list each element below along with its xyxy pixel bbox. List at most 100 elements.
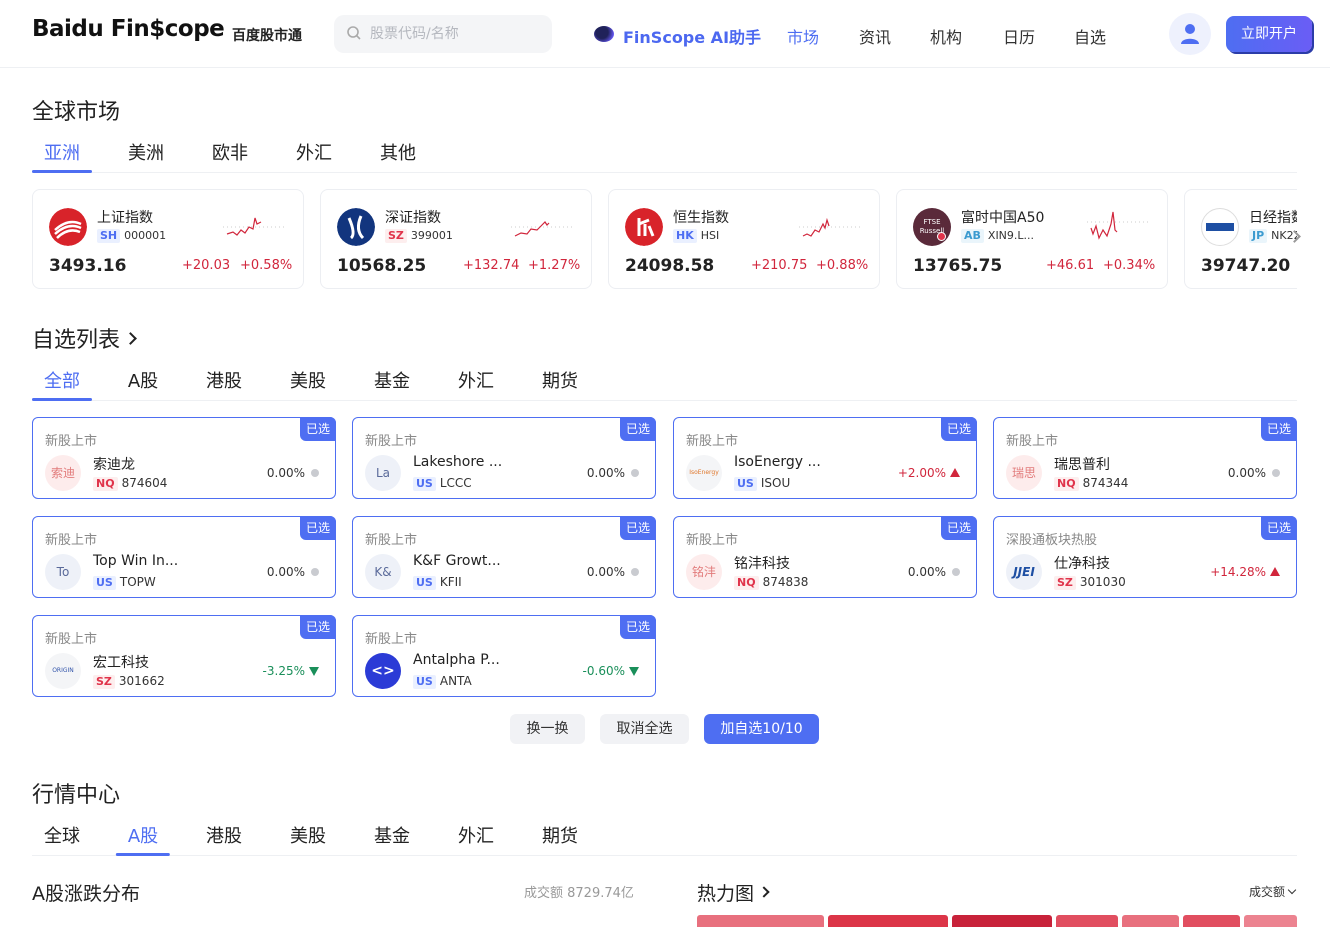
index-change: +46.61	[1046, 258, 1095, 273]
nav-calendar[interactable]: 日历	[1003, 24, 1035, 48]
selected-badge[interactable]: 已选	[620, 516, 656, 540]
heatmap-tile[interactable]	[952, 915, 1052, 927]
market-badge: NQ	[93, 477, 118, 491]
search-box[interactable]	[334, 15, 552, 53]
tab-other[interactable]: 其他	[380, 139, 416, 165]
heatmap-tile[interactable]	[828, 915, 948, 927]
selected-badge[interactable]: 已选	[300, 615, 336, 639]
tab-hk-stock[interactable]: 港股	[206, 822, 242, 848]
stock-code: ANTA	[439, 674, 472, 688]
index-card-sse[interactable]: 上证指数 SH 000001 3493.16 +20.03 +0.58%	[32, 189, 304, 289]
watch-card[interactable]: 新股上市 已选 铭沣 铭沣科技 NQ 874838 0.00%	[673, 516, 977, 598]
tab-hk-stock[interactable]: 港股	[206, 367, 242, 393]
global-market-tabs: 亚洲 美洲 欧非 外汇 其他	[32, 133, 1297, 173]
selected-badge[interactable]: 已选	[941, 516, 977, 540]
selected-badge[interactable]: 已选	[620, 615, 656, 639]
tab-forex[interactable]: 外汇	[458, 822, 494, 848]
nav-institutions[interactable]: 机构	[930, 24, 962, 48]
selected-badge[interactable]: 已选	[620, 417, 656, 441]
tab-forex[interactable]: 外汇	[296, 139, 332, 165]
nav-news[interactable]: 资讯	[859, 24, 891, 48]
szse-logo-icon	[337, 208, 375, 246]
index-change: +132.74	[463, 258, 520, 273]
flat-dot-icon	[311, 469, 319, 477]
add-watchlist-button[interactable]: 加自选10/10	[704, 714, 819, 744]
stock-code: 874344	[1082, 476, 1129, 490]
index-change: +210.75	[751, 258, 808, 273]
stock-avatar: K&	[365, 554, 401, 590]
watch-card[interactable]: 新股上市 已选 索迪 索迪龙 NQ 874604 0.00%	[32, 417, 336, 499]
card-tag: 新股上市	[1006, 434, 1059, 449]
heatmap-tile[interactable]	[1183, 915, 1240, 927]
selected-badge[interactable]: 已选	[300, 417, 336, 441]
heatmap-tile[interactable]	[1122, 915, 1179, 927]
tab-europe-africa[interactable]: 欧非	[212, 139, 248, 165]
up-triangle-icon	[1270, 567, 1280, 576]
card-tag: 新股上市	[45, 434, 98, 449]
stock-pct: +14.28%	[1210, 565, 1266, 579]
user-avatar[interactable]	[1169, 13, 1211, 55]
index-card-szse[interactable]: 深证指数 SZ 399001 10568.25 +132.74 +1.27%	[320, 189, 592, 289]
index-card-nikkei[interactable]: 日经指数 JPNK225 39747.20	[1184, 189, 1297, 289]
tab-us-stock[interactable]: 美股	[290, 367, 326, 393]
deselect-all-button[interactable]: 取消全选	[600, 714, 689, 744]
selected-badge[interactable]: 已选	[941, 417, 977, 441]
watchlist-tabs: 全部 A股 港股 美股 基金 外汇 期货	[32, 361, 1297, 401]
index-pct: +0.88%	[816, 258, 869, 273]
tab-fund[interactable]: 基金	[374, 822, 410, 848]
baidu-finscope-logo[interactable]: Baidu Fin$cope	[32, 16, 225, 42]
stock-avatar: 瑞思	[1006, 455, 1042, 491]
sort-selector[interactable]: 成交额	[1249, 883, 1297, 900]
market-badge: NQ	[1054, 477, 1079, 491]
tab-us-stock[interactable]: 美股	[290, 822, 326, 848]
tab-futures[interactable]: 期货	[542, 367, 578, 393]
search-input[interactable]	[370, 15, 540, 53]
ai-orb-icon	[594, 26, 614, 42]
tab-a-share[interactable]: A股	[115, 822, 171, 856]
tab-fund[interactable]: 基金	[374, 367, 410, 393]
tab-a-share[interactable]: A股	[128, 367, 158, 393]
stock-avatar: IsoEnergy	[686, 455, 722, 491]
tab-forex[interactable]: 外汇	[458, 367, 494, 393]
ftse-russell-logo: FTSE Russell	[913, 208, 951, 246]
flat-dot-icon	[1272, 469, 1280, 477]
stock-name: 仕净科技	[1054, 556, 1110, 572]
stock-pct: -3.25%	[262, 664, 305, 678]
index-code: XIN9.L...	[987, 229, 1035, 242]
watch-card[interactable]: 新股上市 已选 La Lakeshore ... US LCCC 0.00%	[352, 417, 656, 499]
watch-card[interactable]: 新股上市 已选 K& K&F Growt... US KFII 0.00%	[352, 516, 656, 598]
open-account-button[interactable]: 立即开户	[1226, 16, 1312, 52]
heatmap-title[interactable]: 热力图	[697, 879, 770, 906]
index-card-hsi[interactable]: 恒生指数 HK HSI 24098.58 +210.75 +0.88%	[608, 189, 880, 289]
watch-card[interactable]: 新股上市 已选 瑞思 瑞思普利 NQ 874344 0.00%	[993, 417, 1297, 499]
watch-card[interactable]: 深股通板块热股 已选 JJEI 仕净科技 SZ 301030 +14.28%	[993, 516, 1297, 598]
watch-card[interactable]: 新股上市 已选 IsoEnergy IsoEnergy ... US ISOU +…	[673, 417, 977, 499]
heatmap-tile[interactable]	[1244, 915, 1297, 927]
selected-badge[interactable]: 已选	[1261, 516, 1297, 540]
nav-market[interactable]: 市场	[787, 24, 819, 48]
stock-avatar: 索迪	[45, 455, 81, 491]
stock-code: 301662	[118, 674, 165, 688]
heatmap-tile[interactable]	[1056, 915, 1118, 927]
tab-americas[interactable]: 美洲	[128, 139, 164, 165]
tab-all[interactable]: 全部	[32, 367, 92, 401]
stock-avatar: JJEI	[1006, 554, 1042, 590]
tab-global[interactable]: 全球	[44, 822, 80, 848]
watch-card[interactable]: 新股上市 已选 To Top Win In... US TOPW 0.00%	[32, 516, 336, 598]
selected-badge[interactable]: 已选	[1261, 417, 1297, 441]
sparkline	[799, 217, 863, 237]
tab-asia[interactable]: 亚洲	[32, 139, 92, 173]
heatmap-tile[interactable]	[697, 915, 824, 927]
selected-badge[interactable]: 已选	[300, 516, 336, 540]
market-badge: HK	[673, 229, 697, 243]
nav-watchlist[interactable]: 自选	[1074, 24, 1106, 48]
index-card-a50[interactable]: FTSE Russell 富时中国A50 AB XIN9.L... 13765.7…	[896, 189, 1168, 289]
watchlist-title[interactable]: 自选列表	[32, 322, 137, 354]
sparkline	[1087, 211, 1151, 240]
stock-avatar: To	[45, 554, 81, 590]
watch-card[interactable]: 新股上市 已选 ORIGIN 宏工科技 SZ 301662 -3.25%	[32, 615, 336, 697]
tab-futures[interactable]: 期货	[542, 822, 578, 848]
swap-button[interactable]: 换一换	[510, 714, 585, 744]
watch-card[interactable]: 新股上市 已选 <> Antalpha P... US ANTA -0.60%	[352, 615, 656, 697]
card-tag: 新股上市	[365, 533, 418, 548]
